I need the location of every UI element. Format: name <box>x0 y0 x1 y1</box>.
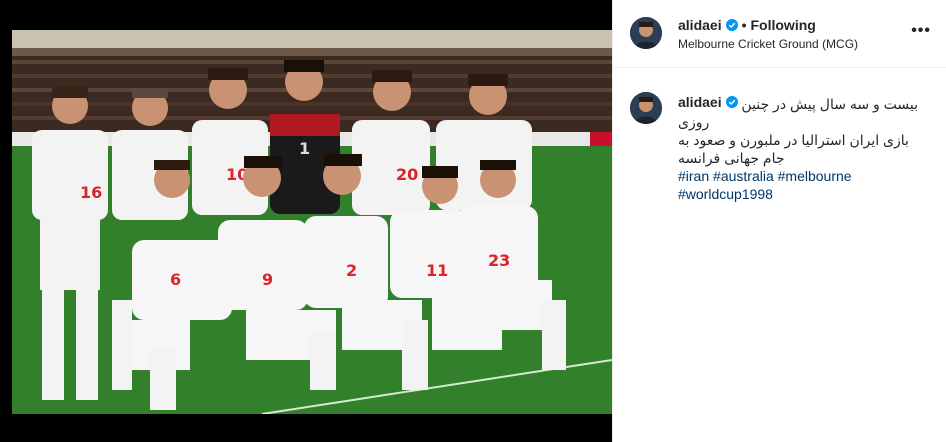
caption-line: بیست و سه سال پیش در چنین <box>741 96 918 112</box>
caption-line: روزی <box>678 114 710 130</box>
avatar[interactable] <box>630 92 662 124</box>
caption-line: جام جهانی فرانسه <box>678 150 785 166</box>
hashtag-link[interactable]: #melbourne <box>778 168 852 184</box>
caption-text: بیست و سه سال پیش در چنین روزی بازی ایرا… <box>678 95 918 203</box>
svg-text:16: 16 <box>80 183 102 202</box>
team-photo-image: 16 10 1 20 6 9 2 11 23 <box>12 30 612 414</box>
post-header: alidaei • Following Melbourne Cricket Gr… <box>613 0 946 68</box>
svg-text:23: 23 <box>488 251 510 270</box>
post-sidebar: alidaei • Following Melbourne Cricket Gr… <box>612 0 946 442</box>
more-options-button[interactable]: ••• <box>911 22 931 40</box>
following-button[interactable]: Following <box>751 17 816 33</box>
svg-text:11: 11 <box>426 261 448 280</box>
svg-text:1: 1 <box>299 139 310 158</box>
svg-text:2: 2 <box>346 261 357 280</box>
post-author-line: alidaei • Following <box>678 17 816 33</box>
team-photo[interactable]: 16 10 1 20 6 9 2 11 23 <box>12 30 612 414</box>
caption-line: بازی ایران استرالیا در ملبورن و صعود به <box>678 132 909 148</box>
username-link[interactable]: alidaei <box>678 17 722 33</box>
hashtag-link[interactable]: #australia <box>713 168 774 184</box>
verified-badge-icon <box>725 19 738 31</box>
hashtags: #iran #australia #melbourne #worldcup199… <box>678 167 918 203</box>
svg-text:9: 9 <box>262 270 273 289</box>
separator-dot: • <box>741 17 747 33</box>
location-link[interactable]: Melbourne Cricket Ground (MCG) <box>678 37 858 51</box>
post-media[interactable]: 16 10 1 20 6 9 2 11 23 <box>0 0 612 442</box>
hashtag-link[interactable]: #iran <box>678 168 709 184</box>
hashtag-link[interactable]: #worldcup1998 <box>678 186 773 202</box>
avatar[interactable] <box>630 17 662 49</box>
svg-text:20: 20 <box>396 165 418 184</box>
svg-text:6: 6 <box>170 270 181 289</box>
